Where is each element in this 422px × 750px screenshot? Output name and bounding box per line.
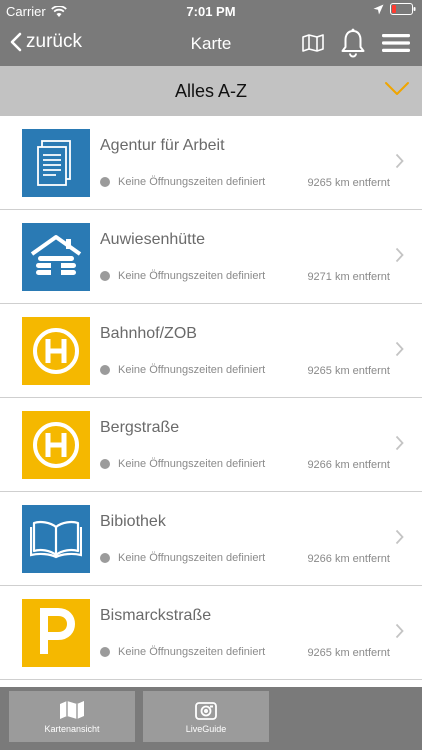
status-dot (100, 459, 110, 469)
chevron-down-icon[interactable] (384, 81, 410, 97)
tab-liveguide[interactable]: LiveGuide (143, 691, 269, 742)
bell-icon[interactable] (340, 28, 366, 58)
parking-icon (40, 608, 76, 654)
status-dot (100, 271, 110, 281)
status-dot (100, 647, 110, 657)
chevron-right-icon (395, 435, 404, 451)
poi-list: Agentur für Arbeit Keine Öffnungszeiten … (0, 116, 422, 687)
item-distance: 9271 km entfernt (307, 271, 390, 283)
tab-label: Kartenansicht (44, 724, 100, 734)
item-distance: 9265 km entfernt (307, 647, 390, 659)
opening-hours: Keine Öffnungszeiten definiert (100, 458, 265, 470)
map-icon (60, 701, 84, 719)
opening-hours: Keine Öffnungszeiten definiert (100, 552, 265, 564)
opening-hours-text: Keine Öffnungszeiten definiert (118, 458, 266, 470)
item-icon-tile (22, 129, 90, 197)
status-dot (100, 365, 110, 375)
chevron-right-icon (395, 153, 404, 169)
chevron-right-icon (395, 529, 404, 545)
map-icon[interactable] (302, 34, 324, 52)
item-title: Bahnhof/ZOB (100, 325, 197, 342)
item-icon-tile (22, 317, 90, 385)
chevron-right-icon (395, 247, 404, 263)
opening-hours: Keine Öffnungszeiten definiert (100, 176, 265, 188)
menu-icon[interactable] (382, 33, 410, 53)
item-distance: 9266 km entfernt (307, 553, 390, 565)
filter-dropdown[interactable]: Alles A-Z (0, 66, 422, 116)
list-item[interactable] (0, 680, 422, 687)
opening-hours: Keine Öffnungszeiten definiert (100, 646, 265, 658)
item-title: Bismarckstraße (100, 607, 212, 624)
document-icon (37, 140, 71, 186)
list-item[interactable]: Agentur für Arbeit Keine Öffnungszeiten … (0, 116, 422, 210)
item-title: Bergstraße (100, 419, 180, 436)
item-icon-tile (22, 411, 90, 479)
chevron-right-icon (395, 341, 404, 357)
opening-hours-text: Keine Öffnungszeiten definiert (118, 176, 266, 188)
item-title: Bibiothek (100, 513, 166, 530)
bus-stop-icon (33, 422, 79, 468)
list-item[interactable]: Bahnhof/ZOB Keine Öffnungszeiten definie… (0, 304, 422, 398)
status-right (373, 3, 416, 15)
status-dot (100, 177, 110, 187)
status-bar: Carrier 7:01 PM (0, 0, 422, 22)
battery-icon (390, 3, 416, 15)
opening-hours-text: Keine Öffnungszeiten definiert (118, 646, 266, 658)
opening-hours-text: Keine Öffnungszeiten definiert (118, 552, 266, 564)
item-distance: 9265 km entfernt (307, 177, 390, 189)
item-title: Auwiesenhütte (100, 231, 205, 248)
status-dot (100, 553, 110, 563)
item-icon-tile (22, 223, 90, 291)
opening-hours: Keine Öffnungszeiten definiert (100, 270, 265, 282)
item-icon-tile (22, 599, 90, 667)
filter-label: Alles A-Z (174, 81, 248, 101)
item-title: Agentur für Arbeit (100, 137, 225, 154)
tab-label: LiveGuide (185, 724, 227, 734)
status-time: 7:01 PM (186, 4, 236, 19)
book-icon (30, 520, 82, 559)
location-arrow-icon (373, 4, 384, 14)
item-distance: 9265 km entfernt (307, 365, 390, 377)
opening-hours-text: Keine Öffnungszeiten definiert (118, 364, 266, 376)
bus-stop-icon (33, 328, 79, 374)
nav-actions (302, 28, 410, 58)
cabin-icon (30, 235, 82, 278)
nav-bar: zurück Karte (0, 22, 422, 66)
opening-hours-text: Keine Öffnungszeiten definiert (118, 270, 266, 282)
opening-hours: Keine Öffnungszeiten definiert (100, 364, 265, 376)
item-icon-tile (22, 505, 90, 573)
list-item[interactable]: Bismarckstraße Keine Öffnungszeiten defi… (0, 586, 422, 680)
list-item[interactable]: Bergstraße Keine Öffnungszeiten definier… (0, 398, 422, 492)
list-item[interactable]: Auwiesenhütte Keine Öffnungszeiten defin… (0, 210, 422, 304)
tab-kartenansicht[interactable]: Kartenansicht (9, 691, 135, 742)
chevron-right-icon (395, 623, 404, 639)
list-item[interactable]: Bibiothek Keine Öffnungszeiten definiert… (0, 492, 422, 586)
bottom-tab-bar: Kartenansicht LiveGuide (0, 687, 422, 750)
camera-icon (195, 702, 217, 720)
item-distance: 9266 km entfernt (307, 459, 390, 471)
